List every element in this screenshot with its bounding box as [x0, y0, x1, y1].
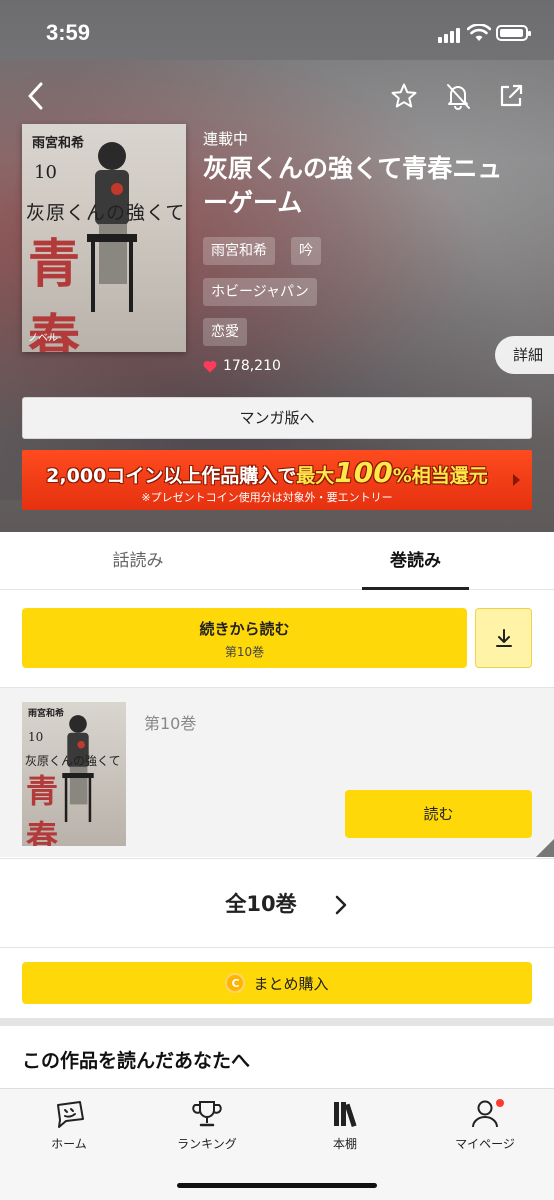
detail-button[interactable]: 詳細 — [495, 336, 554, 374]
cover-author: 雨宮和希 — [32, 136, 85, 151]
volume-label: 第10巻 — [144, 714, 197, 733]
continue-reading-button[interactable]: 続きから読む 第10巻 — [22, 608, 467, 668]
all-volumes-label: 全10巻 — [225, 892, 297, 916]
notification-off-button[interactable] — [440, 78, 476, 114]
cover-label: ノベル — [28, 333, 58, 344]
bulk-purchase-label: まとめ購入 — [253, 974, 329, 993]
tab-volumes[interactable]: 巻読み — [362, 532, 469, 590]
tag-genre[interactable]: 恋愛 — [203, 318, 247, 346]
bookshelf-icon — [334, 1102, 357, 1128]
coin-icon: C — [225, 973, 246, 993]
share-icon — [500, 84, 523, 107]
recommendation-heading: この作品を読んだあなたへ — [22, 1050, 251, 1072]
tag-illustrator[interactable]: 吟 — [291, 237, 321, 265]
download-button[interactable] — [475, 608, 532, 668]
corner-fold — [536, 839, 554, 857]
read-button[interactable]: 読む — [345, 790, 532, 838]
continue-section: 続きから読む 第10巻 — [0, 590, 554, 686]
serial-status: 連載中 — [203, 130, 249, 148]
likes-value: 178,210 — [223, 358, 281, 374]
banner-headline: 2,000コイン以上作品購入で最大100%相当還元 — [46, 456, 488, 489]
continue-volume: 第10巻 — [224, 645, 265, 659]
chevron-left-icon — [28, 82, 43, 110]
likes-count: 178,210 — [203, 358, 281, 374]
thumbnail-title-line2: 青春 — [26, 772, 85, 846]
banner-note: ※プレゼントコイン使用分は対象外・要エントリー — [141, 491, 393, 504]
wifi-icon — [467, 24, 491, 41]
book-title: 灰原くんの強くて青春ニューゲーム — [203, 154, 503, 217]
nav-bookshelf-label: 本棚 — [332, 1137, 357, 1151]
notification-dot — [496, 1099, 504, 1107]
share-button[interactable] — [493, 78, 529, 114]
status-bar: 3:59 — [0, 0, 554, 64]
nav-mypage[interactable]: マイページ — [440, 1099, 530, 1152]
all-volumes-link[interactable]: 全10巻 — [0, 858, 554, 948]
cover-volume-number: 10 — [34, 162, 57, 183]
trophy-icon — [192, 1101, 222, 1127]
thumbnail-author: 雨宮和希 — [28, 709, 65, 719]
tag-author[interactable]: 雨宮和希 — [203, 237, 275, 265]
bulk-purchase-button[interactable]: C まとめ購入 — [22, 962, 532, 1004]
cover-title-line1: 灰原くんの強くて — [26, 202, 186, 224]
bell-off-icon — [447, 84, 470, 110]
nav-home[interactable]: ホーム — [24, 1099, 114, 1152]
volume-list-item[interactable]: 雨宮和希 10 灰原くんの強くて 青春 第10巻 読む — [0, 687, 554, 857]
home-chat-icon — [57, 1101, 84, 1128]
back-button[interactable] — [18, 78, 54, 114]
nav-home-label: ホーム — [51, 1137, 87, 1151]
download-icon — [495, 629, 512, 647]
nav-bookshelf[interactable]: 本棚 — [300, 1099, 390, 1152]
tab-episodes[interactable]: 話読み — [60, 532, 216, 590]
nav-mypage-label: マイページ — [455, 1137, 515, 1151]
star-icon — [391, 83, 417, 108]
thumbnail-volume: 10 — [28, 730, 44, 744]
nav-ranking[interactable]: ランキング — [162, 1099, 252, 1152]
banner-arrow-icon — [513, 474, 520, 486]
continue-label: 続きから読む — [199, 620, 290, 638]
tag-publisher[interactable]: ホビージャパン — [203, 278, 317, 306]
home-indicator — [177, 1183, 377, 1188]
battery-icon — [496, 25, 531, 41]
manga-version-button[interactable]: マンガ版へ — [22, 397, 532, 439]
read-mode-tabs: 話読み 巻読み — [0, 532, 554, 590]
nav-ranking-label: ランキング — [177, 1137, 237, 1151]
book-cover[interactable]: 雨宮和希 10 灰原くんの強くて 青春 ノベル — [22, 124, 186, 352]
chevron-right-icon — [335, 895, 347, 915]
favorite-button[interactable] — [386, 78, 422, 114]
campaign-banner[interactable]: 2,000コイン以上作品購入で最大100%相当還元 ※プレゼントコイン使用分は対… — [22, 450, 532, 510]
hero-section: 3:59 雨宮和希 10 灰原くんの強くて 青春 ノベル 連載中 灰原くんの強く… — [0, 0, 554, 532]
volume-thumbnail[interactable]: 雨宮和希 10 灰原くんの強くて 青春 — [22, 702, 126, 846]
section-divider — [0, 1018, 554, 1026]
status-time: 3:59 — [46, 20, 91, 45]
cellular-signal-icon — [438, 28, 460, 43]
heart-icon — [203, 360, 217, 372]
